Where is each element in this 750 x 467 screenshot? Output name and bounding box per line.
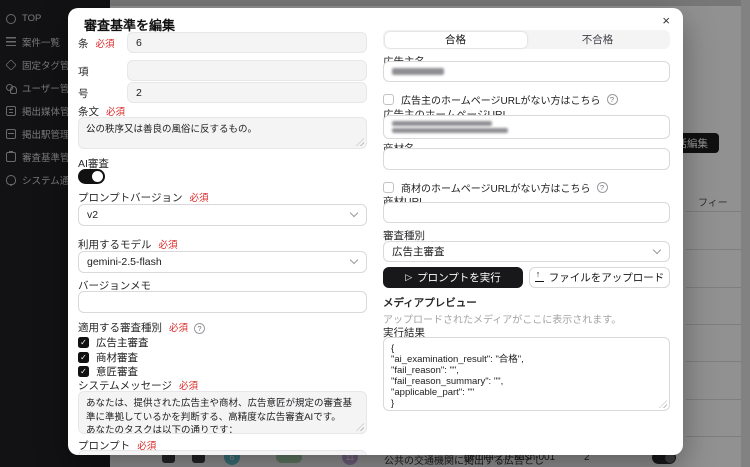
checkbox-unchecked-icon xyxy=(383,182,394,193)
close-icon[interactable]: × xyxy=(662,13,670,28)
clause-textarea[interactable]: 公の秩序又は善良の風俗に反するもの。 xyxy=(78,117,367,149)
redacted-text xyxy=(392,128,508,133)
article-input[interactable]: 6 xyxy=(127,32,367,53)
redacted-text xyxy=(392,68,444,75)
required-badge: 必須 xyxy=(159,240,178,251)
tab-pass[interactable]: 合格 xyxy=(385,32,527,48)
paragraph-label: 項 xyxy=(78,64,89,79)
prompt-textarea[interactable]: 審査名:公の秩序または善良の風俗に反する広告表現の審査 xyxy=(78,450,367,455)
help-icon[interactable]: ? xyxy=(597,182,608,193)
apply-type-checkbox-design[interactable]: ✓意匠審査 xyxy=(78,364,138,379)
chevron-down-icon xyxy=(350,209,358,217)
resize-grip[interactable] xyxy=(356,423,364,431)
help-icon[interactable]: ? xyxy=(194,323,205,334)
product-url-input[interactable] xyxy=(383,202,670,223)
model-label: 利用するモデル必須 xyxy=(78,237,178,252)
play-icon: ▷ xyxy=(405,272,412,283)
advertiser-url-input[interactable] xyxy=(383,115,670,139)
advertiser-name-input[interactable] xyxy=(383,61,670,82)
paragraph-input[interactable] xyxy=(127,60,367,81)
chevron-down-icon xyxy=(350,256,358,264)
checkbox-checked-icon: ✓ xyxy=(78,337,89,348)
tab-fail[interactable]: 不合格 xyxy=(527,32,669,48)
required-badge: 必須 xyxy=(189,193,208,204)
product-name-input[interactable] xyxy=(383,148,670,170)
apply-types-label: 適用する審査種別必須? xyxy=(78,320,205,335)
required-badge: 必須 xyxy=(169,323,188,334)
result-textarea[interactable]: { "ai_examination_result": "合格", "fail_r… xyxy=(383,337,670,411)
article-label: 条必須 xyxy=(78,36,115,51)
version-memo-input[interactable] xyxy=(78,291,367,313)
required-badge: 必須 xyxy=(96,39,115,50)
product-no-url-checkbox[interactable]: 商材のホームページURLがない方はこちら? xyxy=(383,180,608,195)
upload-file-button[interactable]: ファイルをアップロード xyxy=(529,267,670,288)
resize-grip[interactable] xyxy=(659,400,667,408)
checkbox-checked-icon: ✓ xyxy=(78,352,89,363)
help-icon[interactable]: ? xyxy=(607,94,618,105)
chevron-down-icon xyxy=(653,245,661,253)
item-input[interactable]: 2 xyxy=(127,82,367,103)
system-message-textarea[interactable]: あなたは、提供された広告主や商材、広告意匠が規定の審査基準に準拠しているかを判断… xyxy=(78,391,367,434)
advertiser-no-url-checkbox[interactable]: 広告主のホームページURLがない方はこちら? xyxy=(383,92,618,107)
edit-criteria-modal: 審査基準を編集 × 条必須 6 項 号 2 条文必須 公の秩序又は善良の風俗に反… xyxy=(68,8,683,455)
review-type-select[interactable]: 広告主審査 xyxy=(383,241,670,262)
apply-type-checkbox-advertiser[interactable]: ✓広告主審査 xyxy=(78,335,149,350)
media-preview-label: メディアプレビュー xyxy=(383,295,477,310)
prompt-version-label: プロンプトバージョン必須 xyxy=(78,190,209,205)
apply-type-checkbox-product[interactable]: ✓商材審査 xyxy=(78,350,138,365)
ai-review-toggle[interactable] xyxy=(78,169,105,184)
checkbox-checked-icon: ✓ xyxy=(78,366,89,377)
upload-icon xyxy=(535,273,544,282)
checkbox-unchecked-icon xyxy=(383,94,394,105)
resize-grip[interactable] xyxy=(356,138,364,146)
run-prompt-button[interactable]: ▷プロンプトを実行 xyxy=(383,267,523,288)
redacted-text xyxy=(392,121,492,126)
item-label: 号 xyxy=(78,86,89,101)
model-select[interactable]: gemini-2.5-flash xyxy=(78,251,367,273)
result-tabs: 合格 不合格 xyxy=(383,30,670,49)
prompt-version-select[interactable]: v2 xyxy=(78,204,367,226)
media-preview-hint: アップロードされたメディアがここに表示されます。 xyxy=(383,311,621,326)
